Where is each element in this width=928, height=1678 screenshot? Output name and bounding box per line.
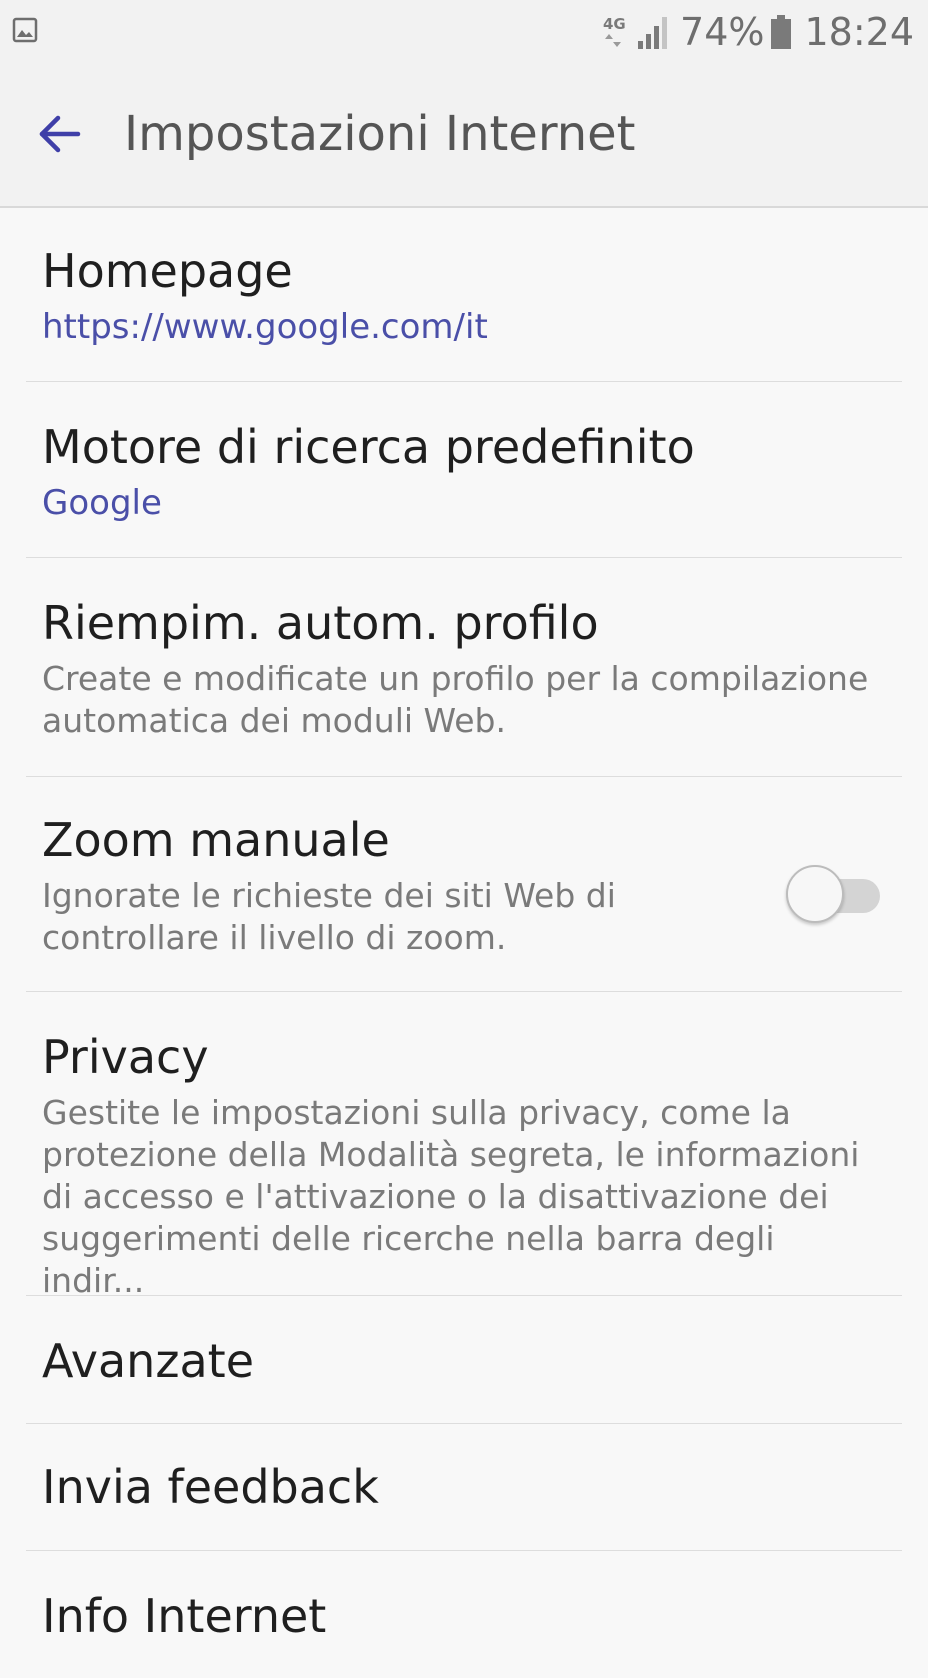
battery-icon (771, 15, 792, 49)
gallery-icon (12, 17, 38, 43)
description-line: di accesso e l'attivazione o la disattiv… (42, 1177, 829, 1216)
network-4g-icon: 4G (603, 15, 626, 47)
setting-title: Riempim. autom. profilo (42, 596, 599, 650)
description-line: protezione della Modalità segreta, le in… (42, 1135, 860, 1174)
setting-value: https://www.google.com/it (42, 307, 488, 347)
setting-about-internet[interactable]: Info Internet (26, 1551, 902, 1678)
page-title: Impostazioni Internet (124, 106, 636, 162)
settings-list: Homepage https://www.google.com/it Motor… (0, 208, 928, 1678)
setting-title: Privacy (42, 1030, 209, 1084)
description-line: Create e modificate un profilo per la co… (42, 659, 869, 698)
description-line: Ignorate le richieste dei siti Web di (42, 876, 616, 915)
status-indicators: 4G 74% 18:24 (600, 8, 914, 56)
setting-send-feedback[interactable]: Invia feedback (26, 1424, 902, 1551)
setting-advanced[interactable]: Avanzate (26, 1296, 902, 1424)
setting-title: Homepage (42, 244, 293, 298)
setting-title: Avanzate (42, 1334, 255, 1388)
description-line: Gestite le impostazioni sulla privacy, c… (42, 1093, 791, 1132)
description-line: automatica dei moduli Web. (42, 701, 506, 740)
setting-title: Motore di ricerca predefinito (42, 420, 695, 474)
signal-icon (638, 17, 668, 49)
setting-title: Zoom manuale (42, 813, 390, 867)
back-button[interactable] (30, 104, 90, 164)
setting-manual-zoom[interactable]: Zoom manuale Ignorate le richieste dei s… (26, 777, 902, 992)
toggle-thumb (786, 865, 844, 923)
battery-percentage: 74% (680, 10, 765, 54)
setting-description: Create e modificate un profilo per la co… (42, 658, 886, 742)
setting-title: Info Internet (42, 1589, 327, 1643)
setting-autofill-profile[interactable]: Riempim. autom. profilo Create e modific… (26, 558, 902, 777)
description-line: controllare il livello di zoom. (42, 918, 507, 957)
setting-title: Invia feedback (42, 1460, 379, 1514)
description-line: suggerimenti delle ricerche nella barra … (42, 1219, 775, 1300)
status-bar: 4G 74% 18:24 (0, 0, 928, 64)
svg-text:4G: 4G (603, 15, 626, 33)
app-bar: Impostazioni Internet (0, 64, 928, 208)
setting-search-engine[interactable]: Motore di ricerca predefinito Google (26, 382, 902, 558)
manual-zoom-toggle[interactable] (786, 863, 882, 925)
setting-description: Ignorate le richieste dei siti Web di co… (42, 875, 886, 959)
setting-value: Google (42, 483, 162, 523)
setting-privacy[interactable]: Privacy Gestite le impostazioni sulla pr… (26, 992, 902, 1300)
setting-description: Gestite le impostazioni sulla privacy, c… (42, 1092, 886, 1302)
arrow-left-icon (39, 115, 81, 153)
clock: 18:24 (804, 10, 914, 54)
setting-homepage[interactable]: Homepage https://www.google.com/it (26, 208, 902, 382)
